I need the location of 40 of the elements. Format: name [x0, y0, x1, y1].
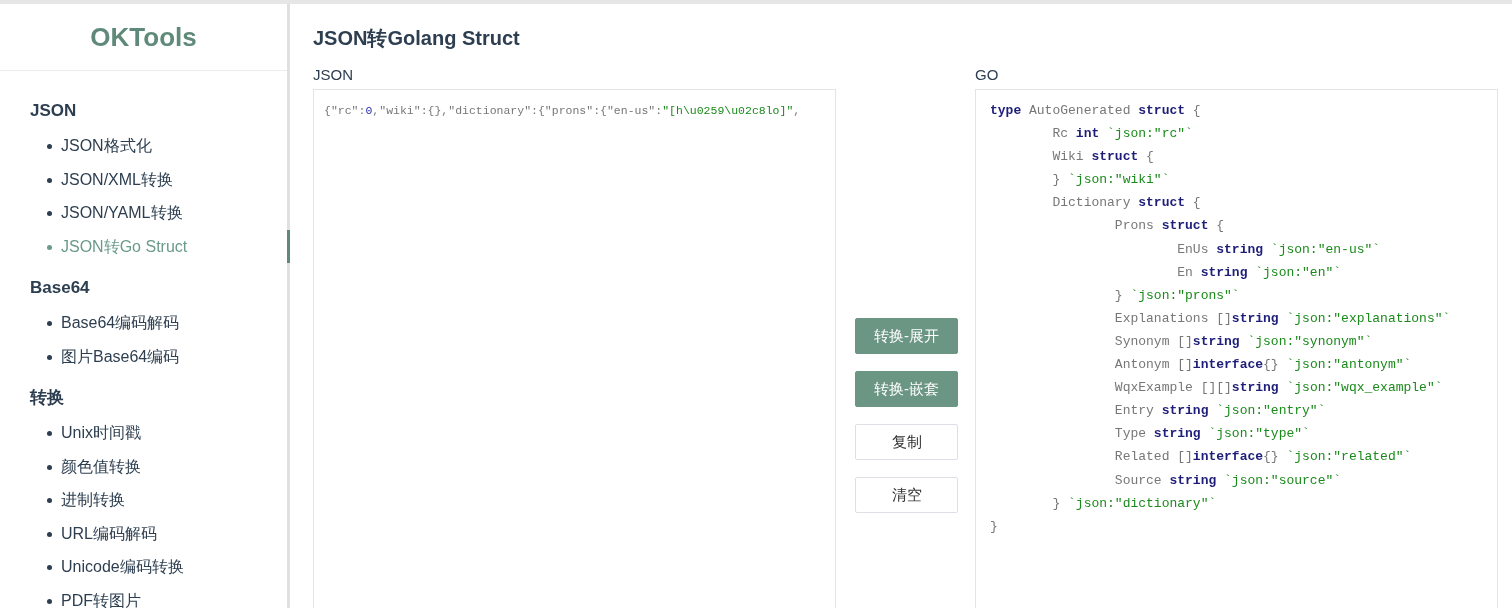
nav-item[interactable]: JSON/XML转换 [0, 162, 290, 196]
nav-group-title: Base64 [29, 277, 91, 299]
code-line: Type string `json:"type"` [1113, 425, 1310, 444]
nav-item[interactable]: URL编码解码 [0, 516, 290, 550]
nav-item[interactable]: Base64编码解码 [0, 306, 290, 340]
code-line: Prons struct { [1113, 217, 1225, 236]
code-line: } [990, 517, 998, 536]
code-line: Wiki struct { [1051, 148, 1154, 167]
nav-item[interactable]: JSON格式化 [0, 129, 290, 163]
nav-item[interactable]: JSON/YAML转换 [0, 196, 290, 230]
code-line: Entry string `json:"entry"` [1113, 402, 1326, 421]
code-line: En string `json:"en"` [1176, 263, 1342, 282]
code-line: Related []interface{} `json:"related"` [1113, 448, 1412, 467]
code-line: Explanations []string `json:"explanations"` [1113, 309, 1451, 328]
code-line: Dictionary struct { [1051, 194, 1201, 213]
convert-button[interactable]: 复制 [855, 424, 958, 460]
code-line: Antonym []interface{} `json:"antonym"` [1113, 356, 1412, 375]
nav-item[interactable]: 颜色值转换 [0, 449, 290, 483]
code-line: EnUs string `json:"en-us"` [1176, 240, 1381, 259]
nav-group-title: JSON [29, 100, 78, 122]
nav-item[interactable]: PDF转图片 [0, 583, 290, 608]
code-line: } `json:"prons"` [1113, 286, 1240, 305]
logo[interactable]: OKTools [90, 21, 197, 53]
code-line: Source string `json:"source"` [1113, 471, 1342, 490]
nav-item[interactable]: Unicode编码转换 [0, 550, 290, 584]
convert-button[interactable]: 清空 [855, 477, 958, 513]
json-input-field[interactable]: {"rc":0,"wiki":{},"dictionary":{"prons":{"en-us":"[h\u0259\u02c8lo]", [313, 89, 836, 608]
nav-group-title: 转换 [28, 387, 65, 409]
nav-item[interactable]: 图片Base64编码 [0, 339, 290, 373]
code-line: WqxExample [][]string `json:"wqx_example"` [1113, 379, 1443, 398]
code-line: Synonym []string `json:"synonym"` [1113, 332, 1373, 351]
code-line: Rc int `json:"rc"` [1051, 125, 1193, 144]
panel-label: JSON [313, 66, 354, 84]
code-line: type AutoGenerated struct { [990, 102, 1201, 120]
panel-label: GO [975, 66, 1000, 84]
code-line: } `json:"wiki"` [1051, 171, 1170, 190]
page-title: JSON转Golang Struct [313, 26, 521, 50]
code-line: } `json:"dictionary"` [1051, 494, 1217, 513]
nav-item[interactable]: Unix时间戳 [0, 416, 290, 450]
nav-item[interactable]: 进制转换 [0, 483, 290, 517]
